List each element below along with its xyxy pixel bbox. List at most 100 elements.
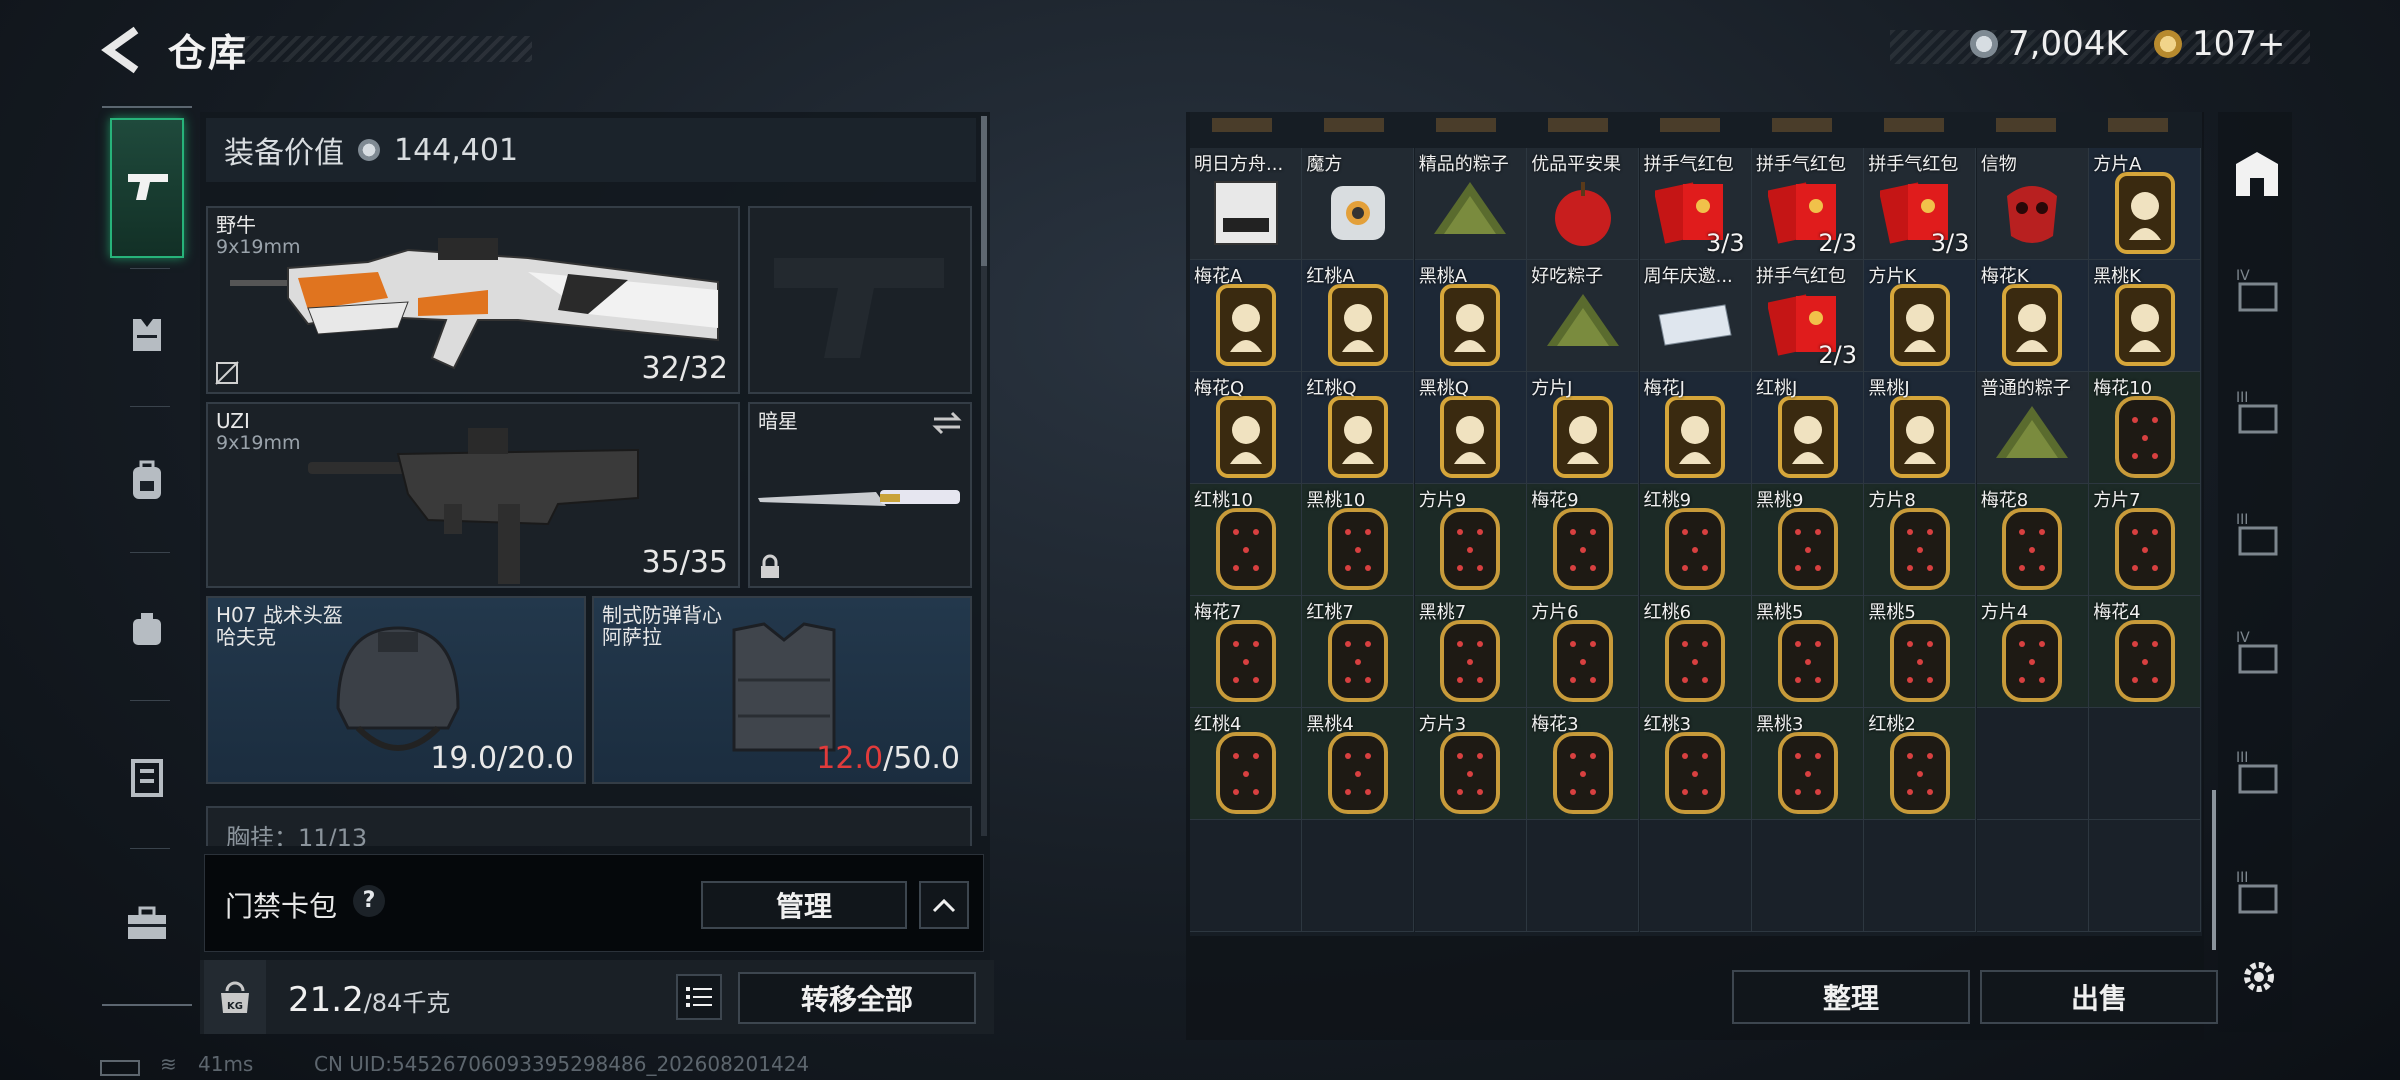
secondary-weapon-slot[interactable]: UZI 9x19mm 35/35: [206, 402, 740, 588]
stash-item[interactable]: 方片6: [1527, 596, 1640, 708]
stash-item[interactable]: 黑桃J: [1864, 372, 1977, 484]
stash-item[interactable]: 方片K: [1864, 260, 1977, 372]
stash-item[interactable]: 方片A: [2089, 148, 2202, 260]
premium-currency[interactable]: 107+: [2154, 24, 2285, 64]
nav-tab-toolkit[interactable]: [118, 894, 176, 952]
stash-cell[interactable]: [1414, 820, 1527, 932]
stash-item[interactable]: 拼手气红包 2/3: [1752, 260, 1864, 372]
stash-item[interactable]: 梅花8: [1976, 484, 2089, 596]
back-arrow-icon[interactable]: [100, 26, 148, 74]
stash-tab-iv[interactable]: IV: [2236, 266, 2280, 318]
stash-item[interactable]: 方片7: [2089, 484, 2202, 596]
stash-item[interactable]: 方片3: [1414, 708, 1527, 820]
stash-item[interactable]: 周年庆邀...: [1639, 260, 1752, 372]
stash-item[interactable]: 黑桃Q: [1414, 372, 1527, 484]
nav-tab-safebox[interactable]: [118, 748, 176, 806]
stash-item[interactable]: 梅花7: [1190, 596, 1302, 708]
stash-item[interactable]: 普通的粽子: [1976, 372, 2089, 484]
stash-item[interactable]: 拼手气红包 2/3: [1752, 148, 1864, 260]
stash-item[interactable]: 黑桃7: [1414, 596, 1527, 708]
stash-item[interactable]: 方片8: [1864, 484, 1977, 596]
stash-item[interactable]: 红桃4: [1190, 708, 1302, 820]
stash-item[interactable]: 拼手气红包 3/3: [1864, 148, 1977, 260]
stash-item[interactable]: 黑桃A: [1414, 260, 1527, 372]
stash-tab-iii-b[interactable]: III: [2236, 510, 2280, 562]
nav-tab-pouch[interactable]: [118, 600, 176, 658]
stash-item[interactable]: 红桃6: [1639, 596, 1752, 708]
stash-item[interactable]: 红桃7: [1302, 596, 1415, 708]
melee-slot[interactable]: 暗星: [748, 402, 972, 588]
stash-item[interactable]: 红桃3: [1639, 708, 1752, 820]
stash-item[interactable]: 红桃Q: [1302, 372, 1415, 484]
stash-item[interactable]: 拼手气红包 3/3: [1639, 148, 1752, 260]
organize-button[interactable]: 整理: [1732, 970, 1970, 1024]
stash-item[interactable]: 黑桃10: [1302, 484, 1415, 596]
knife-image: [758, 490, 960, 506]
stash-item[interactable]: 梅花Q: [1190, 372, 1302, 484]
stash-cell[interactable]: [1190, 820, 1302, 932]
stash-item[interactable]: 红桃9: [1639, 484, 1752, 596]
stash-item[interactable]: 梅花J: [1639, 372, 1752, 484]
stash-item[interactable]: 黑桃4: [1302, 708, 1415, 820]
manage-button[interactable]: 管理: [701, 881, 907, 929]
stash-cell[interactable]: [1976, 708, 2089, 820]
stash-item[interactable]: 方片9: [1414, 484, 1527, 596]
currency-balance[interactable]: 7,004K: [1970, 24, 2128, 64]
stash-item[interactable]: 红桃A: [1302, 260, 1415, 372]
stash-cell[interactable]: [1864, 820, 1977, 932]
nav-tab-weapons[interactable]: [110, 118, 184, 258]
nav-tab-chest-rig[interactable]: [118, 306, 176, 364]
stash-item[interactable]: 梅花4: [2089, 596, 2202, 708]
stash-tab-iii[interactable]: III: [2236, 388, 2280, 440]
stash-item[interactable]: 黑桃5: [1864, 596, 1977, 708]
weapon-caliber: 9x19mm: [216, 432, 301, 454]
stash-item[interactable]: 方片J: [1527, 372, 1640, 484]
stash-item[interactable]: 梅花3: [1527, 708, 1640, 820]
collapse-button[interactable]: [919, 881, 969, 929]
holster-slot-empty[interactable]: [748, 206, 972, 394]
stash-cell[interactable]: [1976, 820, 2089, 932]
chest-rig-slot[interactable]: 胸挂：11/13: [206, 806, 972, 846]
stash-cell[interactable]: [1302, 820, 1415, 932]
stash-item[interactable]: 信物: [1976, 148, 2089, 260]
stash-item[interactable]: 黑桃9: [1752, 484, 1864, 596]
stash-item[interactable]: 梅花A: [1190, 260, 1302, 372]
armor-vest-slot[interactable]: 制式防弹背心 阿萨拉 12.0/50.0: [592, 596, 972, 784]
stash-item[interactable]: 明日方舟...: [1190, 148, 1302, 260]
item-name: 黑桃Q: [1418, 378, 1469, 399]
stash-scrollbar[interactable]: [2212, 790, 2216, 950]
stash-tab-iv-b[interactable]: IV: [2236, 628, 2280, 680]
stash-item[interactable]: 黑桃K: [2089, 260, 2202, 372]
helmet-slot[interactable]: H07 战术头盔 哈夫克 19.0/20.0: [206, 596, 586, 784]
stash-cell[interactable]: [1752, 820, 1864, 932]
settings-button[interactable]: [2238, 956, 2280, 998]
stash-item[interactable]: 红桃J: [1752, 372, 1864, 484]
stash-cell[interactable]: [1527, 820, 1640, 932]
stash-cell[interactable]: [1639, 820, 1752, 932]
stash-item[interactable]: 梅花9: [1527, 484, 1640, 596]
stash-item[interactable]: 方片4: [1976, 596, 2089, 708]
stash-item[interactable]: 好吃粽子: [1527, 260, 1640, 372]
help-icon[interactable]: ?: [353, 885, 385, 917]
stash-item[interactable]: 红桃2: [1864, 708, 1977, 820]
primary-weapon-slot[interactable]: 野牛 9x19mm 32/32: [206, 206, 740, 394]
stash-tab-all[interactable]: [2232, 150, 2282, 200]
stash-item[interactable]: 魔方: [1302, 148, 1415, 260]
stash-item[interactable]: 黑桃5: [1752, 596, 1864, 708]
nav-tab-backpack[interactable]: [118, 452, 176, 510]
stash-item[interactable]: 梅花K: [1976, 260, 2089, 372]
stash-cell[interactable]: [2089, 708, 2202, 820]
stash-tab-iii-c[interactable]: III: [2236, 748, 2280, 800]
stash-cell[interactable]: [2089, 820, 2202, 932]
sell-button[interactable]: 出售: [1980, 970, 2218, 1024]
stash-tab-iii-d[interactable]: III: [2236, 868, 2280, 920]
stash-item[interactable]: 梅花10: [2089, 372, 2202, 484]
stash-item[interactable]: 精品的粽子: [1414, 148, 1527, 260]
swap-icon[interactable]: [932, 410, 962, 436]
stash-item[interactable]: 黑桃3: [1752, 708, 1864, 820]
transfer-all-button[interactable]: 转移全部: [738, 972, 976, 1024]
loadout-scroll-thumb[interactable]: [981, 116, 987, 266]
list-view-button[interactable]: [676, 974, 722, 1020]
stash-item[interactable]: 优品平安果: [1527, 148, 1640, 260]
stash-item[interactable]: 红桃10: [1190, 484, 1302, 596]
